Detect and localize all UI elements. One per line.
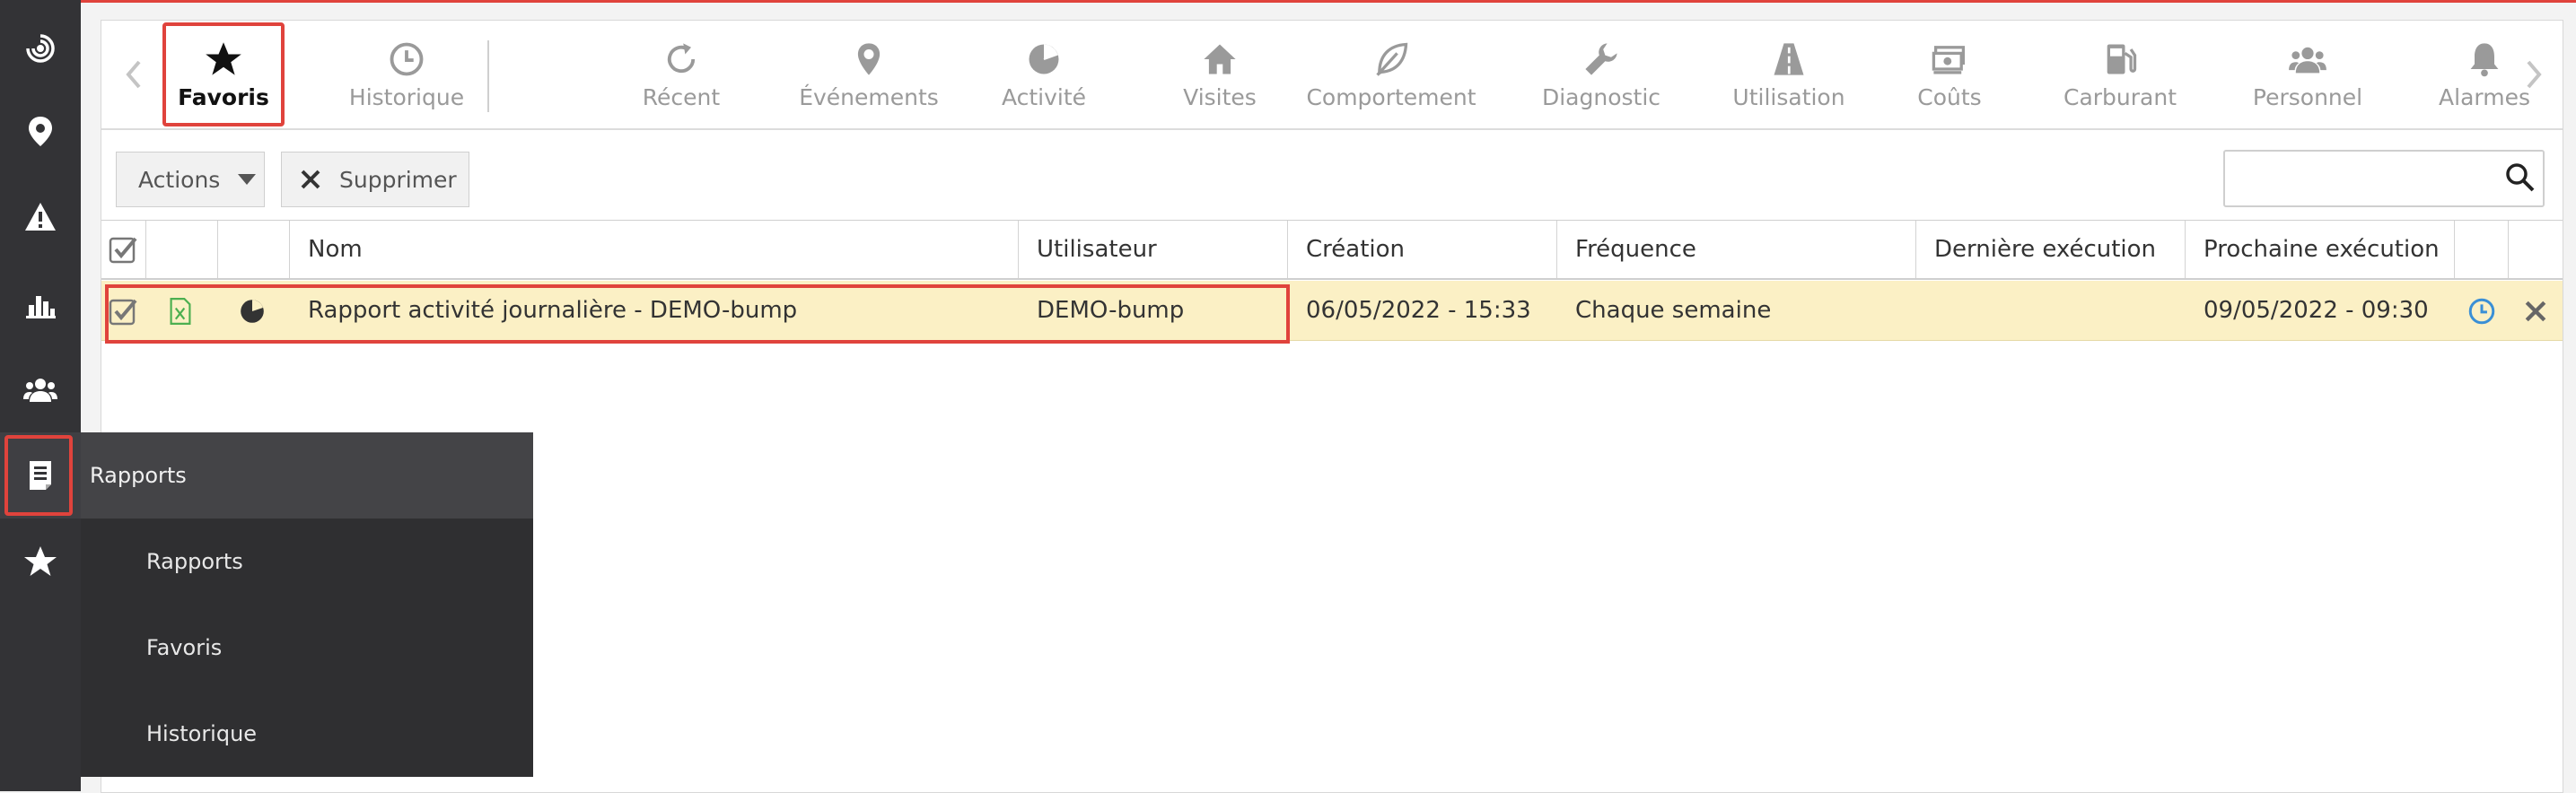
pie-icon: [1029, 44, 1059, 74]
sidebar-item-alerts[interactable]: [0, 174, 81, 260]
flyout-item-favoris[interactable]: Favoris: [81, 605, 533, 691]
tab-favoris[interactable]: Favoris: [162, 22, 285, 126]
tab-comportement[interactable]: Comportement: [1279, 21, 1503, 128]
tab-label: Visites: [1183, 83, 1257, 110]
close-icon: [2525, 301, 2546, 322]
star-icon: [24, 546, 57, 576]
column-header-frequence[interactable]: Fréquence: [1557, 221, 1916, 278]
tab-label: Comportement: [1306, 83, 1476, 110]
bell-icon: [2470, 42, 2499, 76]
sidebar-item-users[interactable]: [0, 346, 81, 432]
tab-label: Carburant: [2063, 83, 2177, 110]
users-icon: [2289, 47, 2326, 73]
fuel-icon: [2107, 44, 2137, 74]
refresh-icon: [667, 42, 696, 73]
tab-label: Diagnostic: [1541, 83, 1661, 110]
cell-prochaine-execution: 09/05/2022 - 09:30: [2204, 297, 2429, 324]
caret-down-icon: [238, 174, 257, 185]
tab-diagnostic[interactable]: Diagnostic: [1525, 21, 1678, 128]
delete-label: Supprimer: [339, 166, 457, 193]
leaf-icon: [1376, 42, 1408, 76]
toolbar-scroll-right[interactable]: [2507, 21, 2561, 128]
highlight-box: [4, 435, 73, 516]
tab-label: Personnel: [2252, 83, 2363, 110]
tab-carburant[interactable]: Carburant: [2044, 21, 2196, 128]
tab-evenements[interactable]: Événements: [779, 21, 959, 128]
column-header-prochaine-execution[interactable]: Prochaine exécution: [2186, 221, 2455, 278]
map-pin-icon: [29, 117, 52, 146]
tab-utilisation[interactable]: Utilisation: [1708, 21, 1870, 128]
top-accent-line: [0, 0, 2576, 3]
cell-frequence: Chaque semaine: [1575, 297, 1772, 324]
tab-recent[interactable]: Récent: [618, 21, 744, 128]
tab-label: Coûts: [1917, 83, 1982, 110]
flyout-item-historique[interactable]: Historique: [81, 691, 533, 777]
sidebar-item-stats[interactable]: [0, 260, 81, 346]
select-all-checkbox[interactable]: [101, 221, 146, 278]
report-category-toolbar: Favoris Historique Récent Événements Act…: [101, 21, 2563, 130]
chevron-right-icon: [2527, 60, 2542, 89]
cell-derniere-execution: [1916, 281, 2186, 340]
bar-chart-icon: [26, 296, 56, 318]
column-category: [218, 221, 290, 278]
home-icon: [1204, 44, 1236, 74]
users-icon: [23, 379, 57, 402]
warning-icon: [25, 203, 56, 231]
column-delete: [2509, 221, 2563, 278]
toolbar-scroll-left[interactable]: [107, 21, 161, 128]
flyout-title[interactable]: Rapports: [81, 432, 533, 518]
column-type: [146, 221, 218, 278]
actions-dropdown-button[interactable]: Actions: [116, 152, 265, 207]
delete-button[interactable]: Supprimer: [281, 152, 469, 207]
tab-label: Historique: [348, 83, 465, 110]
tab-historique[interactable]: Historique: [344, 21, 469, 128]
sidebar: [0, 0, 81, 791]
tab-label: Récent: [642, 83, 721, 110]
sidebar-item-radar[interactable]: [0, 5, 81, 92]
search-icon[interactable]: [2503, 161, 2536, 193]
column-schedule: [2455, 221, 2509, 278]
tab-activite[interactable]: Activité: [981, 21, 1107, 128]
delete-row-button[interactable]: [2519, 295, 2552, 327]
star-icon: [206, 41, 241, 75]
cell-creation: 06/05/2022 - 15:33: [1306, 297, 1531, 324]
tab-label: Activité: [1001, 83, 1087, 110]
tab-label: Événements: [799, 83, 939, 110]
table-header: Nom Utilisateur Création Fréquence Derni…: [101, 220, 2563, 280]
checkbox-checked-icon: [109, 237, 137, 264]
tab-visites[interactable]: Visites: [1157, 21, 1283, 128]
close-icon: [301, 170, 320, 189]
road-icon: [1774, 42, 1804, 75]
column-header-creation[interactable]: Création: [1288, 221, 1557, 278]
tab-label: Utilisation: [1732, 83, 1845, 110]
search-input[interactable]: [2223, 150, 2545, 207]
money-icon: [1932, 45, 1966, 74]
toolbar-separator: [487, 40, 489, 112]
sidebar-item-reports[interactable]: [0, 432, 81, 518]
highlight-box: [105, 284, 1290, 344]
wrench-icon: [1585, 42, 1617, 75]
column-header-derniere-execution[interactable]: Dernière exécution: [1916, 221, 2186, 278]
actions-label: Actions: [138, 166, 221, 193]
sidebar-item-favorites[interactable]: [0, 518, 81, 605]
tab-couts[interactable]: Coûts: [1891, 21, 2008, 128]
clock-icon: [2468, 298, 2495, 325]
flyout-item-rapports[interactable]: Rapports: [81, 518, 533, 605]
column-header-utilisateur[interactable]: Utilisateur: [1019, 221, 1288, 278]
map-pin-icon: [857, 42, 881, 75]
column-header-nom[interactable]: Nom: [290, 221, 1019, 278]
radar-icon: [26, 34, 55, 63]
tab-label: Favoris: [178, 83, 269, 110]
reports-flyout-menu: Rapports Rapports Favoris Historique: [81, 432, 533, 777]
schedule-button[interactable]: [2466, 295, 2498, 327]
clock-icon: [390, 42, 424, 75]
chevron-left-icon: [126, 60, 141, 89]
tab-personnel[interactable]: Personnel: [2227, 21, 2388, 128]
sidebar-item-map[interactable]: [0, 88, 81, 174]
